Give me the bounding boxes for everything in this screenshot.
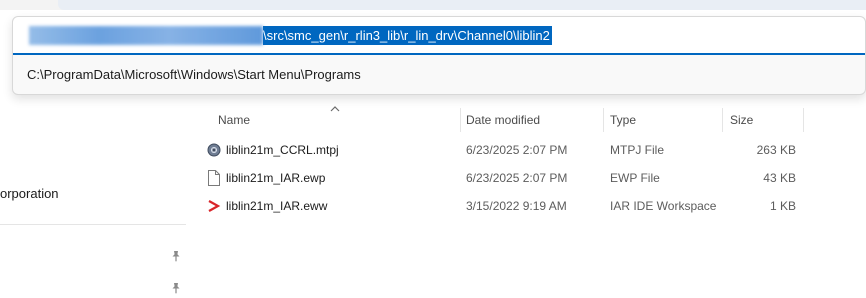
- mtpj-file-icon: [207, 142, 221, 158]
- column-header-type[interactable]: Type: [610, 111, 720, 133]
- address-suggestion[interactable]: C:\ProgramData\Microsoft\Windows\Start M…: [27, 67, 361, 82]
- file-size: 263 KB: [756, 143, 796, 157]
- file-name[interactable]: liblin21m_IAR.eww: [226, 199, 327, 213]
- column-header-date-modified[interactable]: Date modified: [466, 111, 600, 133]
- file-type: MTPJ File: [610, 143, 664, 157]
- redacted-path-prefix: [29, 26, 263, 45]
- blank-file-icon: [207, 170, 221, 186]
- iar-workspace-icon: [207, 198, 221, 214]
- address-bar-input[interactable]: \src\smc_gen\r_rlin3_lib\r_lin_drv\Chann…: [13, 17, 865, 55]
- column-divider[interactable]: [803, 108, 804, 132]
- file-date: 3/15/2022 9:19 AM: [466, 199, 567, 213]
- file-size: 43 KB: [763, 171, 796, 185]
- column-header-size[interactable]: Size: [730, 111, 800, 133]
- file-date: 6/23/2025 2:07 PM: [466, 143, 568, 157]
- file-name[interactable]: liblin21m_IAR.ewp: [226, 171, 325, 185]
- file-type: EWP File: [610, 171, 660, 185]
- column-divider[interactable]: [460, 108, 461, 132]
- tab-edge: [58, 0, 866, 10]
- address-dropdown: \src\smc_gen\r_rlin3_lib\r_lin_drv\Chann…: [12, 16, 866, 95]
- nav-item-corporation[interactable]: orporation: [0, 186, 59, 201]
- address-path-selected[interactable]: \src\smc_gen\r_rlin3_lib\r_lin_drv\Chann…: [263, 26, 552, 45]
- file-name[interactable]: liblin21m_CCRL.mtpj: [226, 143, 339, 157]
- column-divider[interactable]: [722, 108, 723, 132]
- pin-icon[interactable]: [170, 250, 182, 262]
- nav-divider: [0, 224, 186, 225]
- file-row[interactable]: liblin21m_IAR.ewp 6/23/2025 2:07 PM EWP …: [200, 168, 820, 190]
- title-strip: [0, 0, 866, 10]
- column-header-name[interactable]: Name: [218, 111, 458, 133]
- navigation-pane: orporation: [0, 94, 186, 298]
- file-row[interactable]: liblin21m_CCRL.mtpj 6/23/2025 2:07 PM MT…: [200, 140, 820, 162]
- file-size: 1 KB: [769, 199, 796, 213]
- file-date: 6/23/2025 2:07 PM: [466, 171, 568, 185]
- pin-icon[interactable]: [170, 282, 182, 294]
- column-divider[interactable]: [603, 108, 604, 132]
- file-type: IAR IDE Workspace: [610, 199, 717, 213]
- file-row[interactable]: liblin21m_IAR.eww 3/15/2022 9:19 AM IAR …: [200, 196, 820, 218]
